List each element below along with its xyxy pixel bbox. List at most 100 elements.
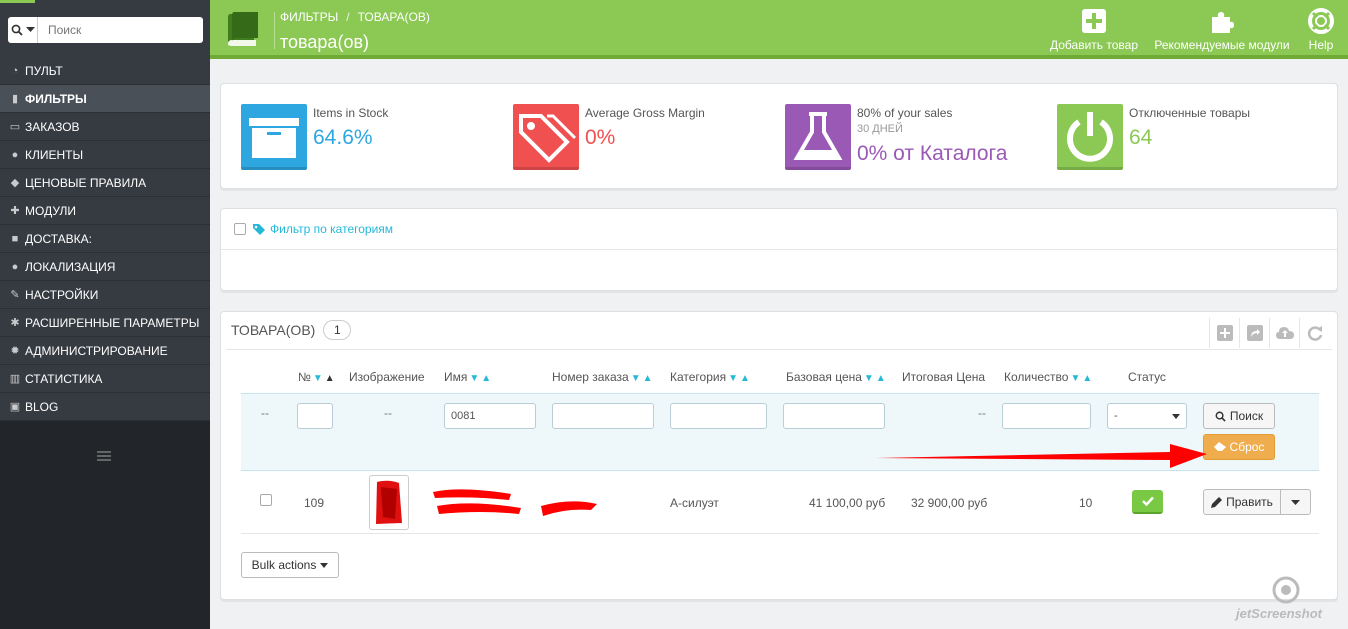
book-icon: ▮: [11, 92, 19, 105]
sort-asc-icon[interactable]: ▲: [325, 373, 335, 384]
sort-asc-icon[interactable]: ▲: [1082, 373, 1092, 384]
import-button[interactable]: [1269, 318, 1299, 348]
sort-asc-icon[interactable]: ▲: [876, 373, 886, 384]
page-header: Фильтры / товара(ов) товара(ов) Добавить т…: [210, 0, 1348, 59]
refresh-button[interactable]: [1299, 318, 1329, 348]
sidebar-item-3[interactable]: ● Клиенты: [0, 141, 210, 169]
sidebar-item-11[interactable]: ▥ Статистика: [0, 365, 210, 393]
sort-desc-icon[interactable]: ▼: [313, 373, 323, 384]
column-header-status: Статус: [1128, 370, 1166, 384]
sidebar-item-6[interactable]: ■ Доставка:: [0, 225, 210, 253]
filter-final-price-dash: --: [978, 406, 986, 420]
sort-asc-icon[interactable]: ▲: [643, 373, 653, 384]
sort-desc-icon[interactable]: ▼: [1070, 373, 1080, 384]
sidebar-item-9[interactable]: ✱ Расширенные параметры: [0, 309, 210, 337]
sidebar-item-8[interactable]: ✎ Настройки: [0, 281, 210, 309]
products-panel-title: товара(ов) 1: [231, 320, 352, 340]
sidebar-item-label: Пульт: [25, 63, 63, 78]
sort-asc-icon[interactable]: ▲: [481, 373, 491, 384]
sort-asc-icon[interactable]: ▲: [740, 373, 750, 384]
search-input[interactable]: [38, 17, 203, 43]
filter-base-price-input[interactable]: [783, 403, 885, 429]
help-button[interactable]: Help: [1302, 8, 1340, 52]
export-button[interactable]: [1239, 318, 1269, 348]
filter-name-input[interactable]: [444, 403, 536, 429]
help-label: Help: [1308, 38, 1334, 52]
sidebar-item-4[interactable]: ◆ Ценовые правила: [0, 169, 210, 197]
column-category-label: Категория: [670, 370, 727, 384]
edit-button[interactable]: Править: [1203, 489, 1281, 515]
row-select-checkbox[interactable]: [260, 494, 272, 506]
edit-button-label: Править: [1226, 495, 1273, 509]
kpi-box: [241, 104, 307, 170]
page-title: товара(ов): [280, 32, 370, 52]
collapse-menu-icon[interactable]: [97, 448, 111, 464]
breadcrumb: Фильтры / товара(ов): [280, 10, 430, 24]
sidebar-accent: [0, 0, 35, 3]
panel-divider: [226, 349, 1332, 350]
kpi-value: 0%: [585, 126, 616, 149]
filter-reference-input[interactable]: [552, 403, 654, 429]
bulk-actions-button[interactable]: Bulk actions: [241, 552, 339, 578]
breadcrumb-item-filters[interactable]: Фильтры: [280, 10, 338, 24]
kpi-box: [1057, 104, 1123, 170]
sort-desc-icon[interactable]: ▼: [728, 373, 738, 384]
table-row[interactable]: 109 А-силуэт 41 100,00 руб 32 900,00 руб…: [241, 472, 1319, 534]
column-header-reference[interactable]: Номер заказа ▼ ▲: [552, 370, 653, 384]
kpi-label: 80% of your sales: [857, 106, 953, 120]
add-product-button[interactable]: Добавить товар: [1049, 8, 1139, 52]
sidebar-item-2[interactable]: ▭ Заказов: [0, 113, 210, 141]
sort-desc-icon[interactable]: ▼: [864, 373, 874, 384]
breadcrumb-item-products[interactable]: товара(ов): [358, 10, 430, 24]
status-enabled-toggle[interactable]: [1132, 490, 1163, 514]
gear-icon: ✹: [10, 344, 20, 357]
sidebar-item-5[interactable]: ✚ Модули: [0, 197, 210, 225]
column-header-final-price: Итоговая Цена: [902, 370, 986, 384]
column-header-quantity[interactable]: Количество ▼ ▲: [1004, 370, 1092, 384]
edit-dropdown-button[interactable]: [1280, 489, 1311, 515]
column-header-category[interactable]: Категория ▼ ▲: [670, 370, 750, 384]
search-icon: [11, 24, 23, 36]
category-filter-panel: Фильтр по категориям: [220, 208, 1338, 291]
search-button-label: Поиск: [1229, 409, 1264, 423]
reset-button[interactable]: Сброс: [1203, 434, 1275, 460]
category-filter-checkbox[interactable]: [234, 223, 246, 235]
sidebar-item-12[interactable]: ▣ Blog: [0, 393, 210, 421]
category-filter-link[interactable]: Фильтр по категориям: [270, 222, 393, 236]
plus-square-icon: [1216, 325, 1233, 341]
column-header-base-price[interactable]: Базовая цена ▼ ▲: [786, 370, 886, 384]
kpi-box: [513, 104, 579, 170]
sidebar-item-label: Ценовые правила: [25, 175, 147, 190]
row-base-price: 41 100,00 руб: [809, 496, 886, 510]
sidebar-item-0[interactable]: ◔ Пульт: [0, 57, 210, 85]
sidebar-item-label: Расширенные параметры: [25, 315, 200, 330]
sort-desc-icon[interactable]: ▼: [469, 373, 479, 384]
sidebar-item-label: Администрирование: [25, 343, 168, 358]
sort-desc-icon[interactable]: ▼: [631, 373, 641, 384]
tags-icon: [519, 114, 577, 163]
add-new-button[interactable]: [1209, 318, 1239, 348]
truck-icon: ■: [11, 232, 19, 245]
column-header-id[interactable]: № ▼ ▲: [298, 370, 335, 384]
recommended-modules-button[interactable]: Рекомендуемые модули: [1152, 8, 1292, 52]
kpi-label: Average Gross Margin: [585, 106, 705, 120]
tags-icon: [253, 224, 265, 235]
filter-category-input[interactable]: [670, 403, 767, 429]
filter-id-input[interactable]: [297, 403, 333, 429]
sidebar-item-7[interactable]: ● Локализация: [0, 253, 210, 281]
kpi-panel: Items in Stock 64.6% Average Gross Margi…: [220, 83, 1338, 189]
search-type-dropdown[interactable]: [8, 17, 38, 43]
column-header-name[interactable]: Имя ▼ ▲: [444, 370, 491, 384]
column-reference-label: Номер заказа: [552, 370, 629, 384]
camera-logo-icon: [1272, 576, 1300, 604]
product-thumbnail[interactable]: [369, 475, 409, 530]
archive-icon: [249, 118, 299, 158]
bulk-actions-label: Bulk actions: [251, 558, 317, 572]
filter-status-select[interactable]: -: [1107, 403, 1187, 429]
search-button[interactable]: Поиск: [1203, 403, 1275, 429]
filter-quantity-input[interactable]: [1002, 403, 1091, 429]
sidebar-item-1[interactable]: ▮ Фильтры: [0, 85, 210, 113]
sidebar-search[interactable]: [8, 17, 203, 43]
sidebar-item-10[interactable]: ✹ Администрирование: [0, 337, 210, 365]
sidebar-item-label: Заказов: [25, 119, 80, 134]
